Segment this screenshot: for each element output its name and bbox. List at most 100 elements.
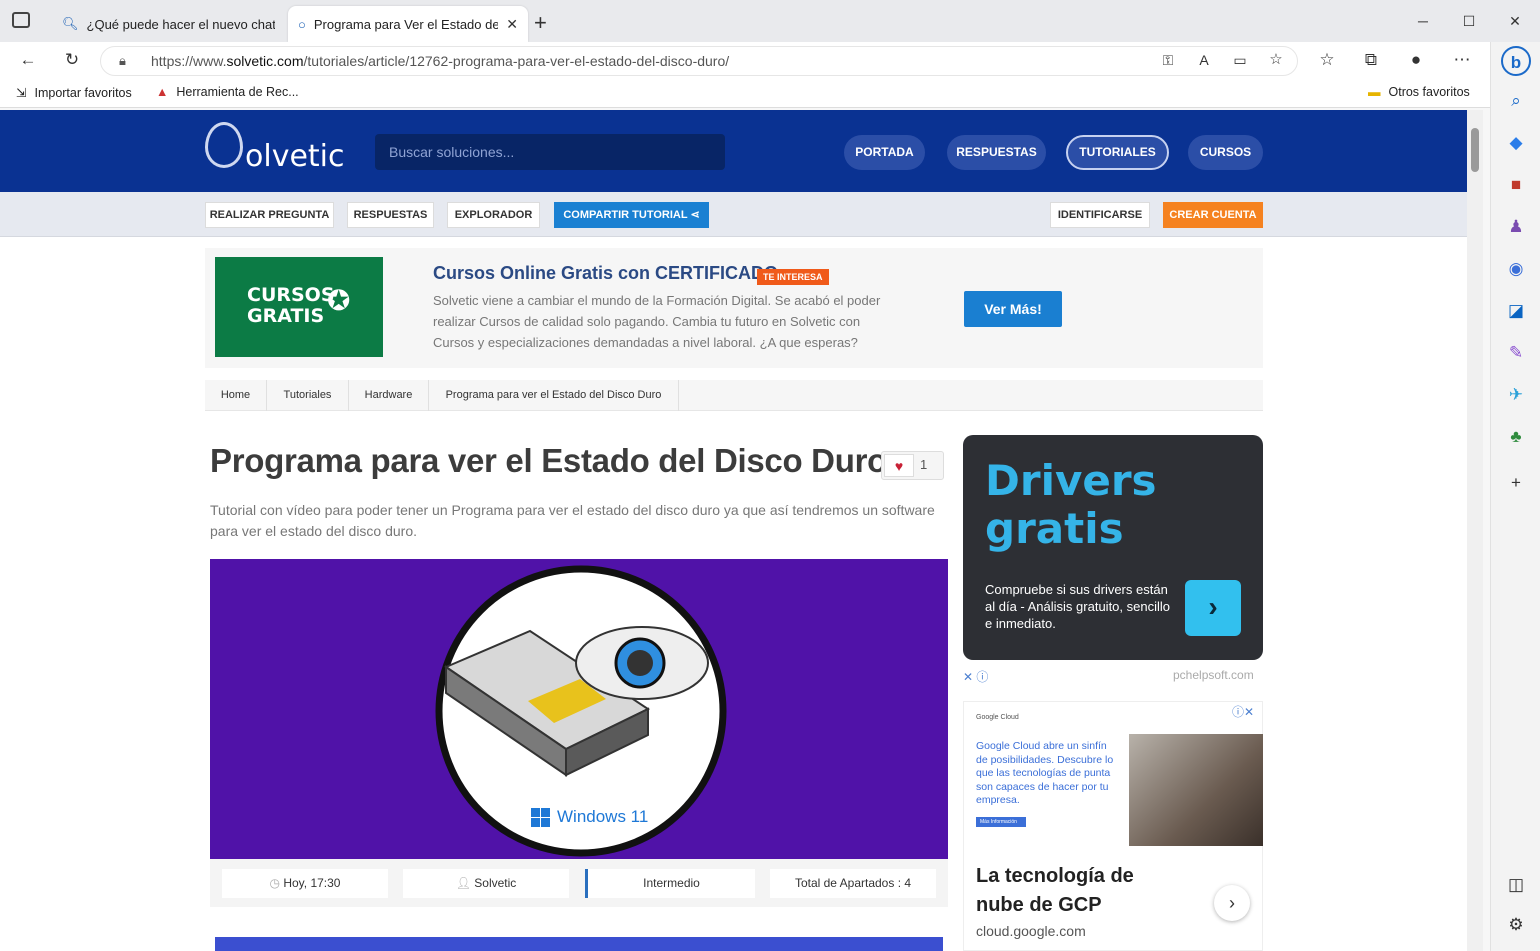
explorer-button[interactable]: EXPLORADOR [447,202,540,228]
tab-title: ¿Qué puede hacer el nuevo chat [86,16,275,32]
nav-portada[interactable]: PORTADA [844,135,925,170]
ad-brand: Google Cloud [976,714,1019,721]
sidebar-toggle-icon[interactable]: ◫ [1501,870,1531,900]
scrollbar[interactable] [1467,110,1483,951]
tools-icon[interactable]: ■ [1501,170,1531,200]
close-tab-icon[interactable]: ✕ [506,16,518,33]
nav-respuestas[interactable]: RESPUESTAS [947,135,1046,170]
heart-icon[interactable]: ♥ [884,454,914,477]
key-icon[interactable]: ⚿ [1154,46,1182,74]
user-icon: 👤︎ [455,876,471,890]
drivers-ad[interactable]: Drivers gratis Compruebe si sus drivers … [963,435,1263,660]
promo-title[interactable]: Cursos Online Gratis con CERTIFICADO [433,263,778,284]
promo-image[interactable]: CURSOS GRATIS ✪ [215,257,383,357]
answers-button[interactable]: RESPUESTAS [347,202,434,228]
tab-chat[interactable]: 🔍︎ ¿Qué puede hacer el nuevo chat [52,6,285,42]
site-logo[interactable]: olvetic [205,122,345,178]
meta-date: ◷ Hoy, 17:30 [222,869,388,898]
profile-icon[interactable]: ● [1402,46,1430,74]
share-icon: ⋖ [690,209,700,221]
collections-icon[interactable]: ⧉ [1357,46,1385,74]
breadcrumb-hardware[interactable]: Hardware [349,380,429,411]
minimize-button[interactable]: ─ [1408,8,1438,34]
address-bar[interactable]: 🔒︎ https://www.solvetic.com/tutoriales/a… [100,46,1298,76]
clock-icon: ◷ [269,876,280,890]
refresh-icon[interactable]: ↻ [58,46,86,74]
search-icon: ○ [298,16,306,32]
favorite-label: Importar favoritos [34,85,132,100]
tab-actions-icon[interactable] [12,12,30,28]
favorite-import[interactable]: ⇲ Importar favoritos [16,85,132,101]
send-icon[interactable]: ✈ [1501,380,1531,410]
folder-icon: ▬ [1368,85,1381,99]
url-path: /tutoriales/article/12762-programa-para-… [303,53,730,69]
ad-cta[interactable]: Más Información [976,817,1026,827]
ad-text: Compruebe si sus drivers están al día - … [985,582,1170,631]
office-icon[interactable]: ◉ [1501,254,1531,284]
games-icon[interactable]: ♟ [1501,212,1531,242]
promo-banner: CURSOS GRATIS ✪ Cursos Online Gratis con… [205,248,1263,368]
maximize-button[interactable]: ☐ [1454,8,1484,34]
web-page: olvetic Buscar soluciones... PORTADA RES… [0,110,1467,951]
search-icon: 🔍︎ [62,16,79,31]
promo-image-line: GRATIS [247,305,325,327]
search-icon[interactable]: ⌕ [1501,86,1531,116]
promo-image-line: CURSOS [247,284,335,306]
add-icon[interactable]: + [1501,468,1531,498]
favorite-tool[interactable]: ▲ Herramienta de Rec... [156,85,299,99]
ask-question-button[interactable]: REALIZAR PREGUNTA [205,202,334,228]
ad-close-icon[interactable]: ⓘ✕ [1232,703,1254,720]
search-input[interactable]: Buscar soluciones... [375,134,725,170]
new-tab-button[interactable]: + [534,10,547,36]
tree-icon[interactable]: ♣ [1501,422,1531,452]
chevron-right-icon[interactable]: › [1214,885,1250,921]
ad-domain: cloud.google.com [976,923,1086,939]
meta-sections: Total de Apartados : 4 [770,869,936,898]
read-aloud-icon[interactable]: A [1190,46,1218,74]
like-count: 1 [920,457,928,472]
create-account-button[interactable]: CREAR CUENTA [1163,202,1263,228]
tab-active[interactable]: ○ Programa para Ver el Estado del ✕ [288,6,528,42]
designer-icon[interactable]: ✎ [1501,338,1531,368]
ad-close-icon[interactable]: ✕ ⓘ [963,668,988,685]
meta-author-text: Solvetic [474,876,517,890]
login-button[interactable]: IDENTIFICARSE [1050,202,1150,228]
back-icon[interactable]: ← [14,46,42,74]
reader-icon[interactable]: ▭ [1226,46,1254,74]
share-tutorial-button[interactable]: COMPARTIR TUTORIAL ⋖ [554,202,709,228]
shopping-icon[interactable]: ◆ [1501,128,1531,158]
promo-button[interactable]: Ver Más! [964,291,1062,327]
scrollbar-thumb[interactable] [1471,128,1479,172]
article-description: Tutorial con vídeo para poder tener un P… [210,502,935,539]
chevron-right-icon[interactable]: › [1185,580,1241,636]
favorite-label: Otros favoritos [1388,85,1470,99]
add-favorite-icon[interactable]: ☆ [1262,46,1290,74]
certificate-icon: ✪ [327,284,351,317]
logo-text: olvetic [245,139,345,174]
favorite-label: Herramienta de Rec... [176,85,299,99]
ad-text: Google Cloud abre un sinfín de posibilid… [976,740,1114,806]
meta-author[interactable]: 👤︎ Solvetic [403,869,569,898]
bottom-ad[interactable] [215,937,943,951]
sub-navigation: REALIZAR PREGUNTA RESPUESTAS EXPLORADOR … [0,192,1467,237]
favorite-other[interactable]: ▬ Otros favoritos [1368,85,1470,99]
tab-title: Programa para Ver el Estado del [313,16,499,32]
lock-icon: 🔒︎ [119,53,126,68]
google-cloud-ad[interactable]: ⓘ✕ Google Cloud Google Cloud abre un sin… [963,701,1263,951]
tab-bar: 🔍︎ ¿Qué puede hacer el nuevo chat ○ Prog… [0,0,1540,42]
more-icon[interactable]: ⋯ [1448,46,1476,74]
outlook-icon[interactable]: ◪ [1501,296,1531,326]
close-window-button[interactable]: ✕ [1500,8,1530,34]
settings-icon[interactable]: ⚙ [1501,910,1531,940]
breadcrumb-home[interactable]: Home [205,380,267,411]
promo-text: Solvetic viene a cambiar el mundo de la … [433,293,881,350]
favorites-icon[interactable]: ☆ [1313,46,1341,74]
nav-cursos[interactable]: CURSOS [1188,135,1263,170]
share-label: COMPARTIR TUTORIAL [563,209,688,221]
favorites-bar: ⇲ Importar favoritos ▲ Herramienta de Re… [0,78,1490,108]
tool-icon: ▲ [156,85,169,99]
like-widget[interactable]: ♥ 1 [881,451,944,480]
nav-tutoriales[interactable]: TUTORIALES [1066,135,1169,170]
breadcrumb-tutoriales[interactable]: Tutoriales [267,380,349,411]
bing-icon[interactable]: b [1501,46,1531,76]
